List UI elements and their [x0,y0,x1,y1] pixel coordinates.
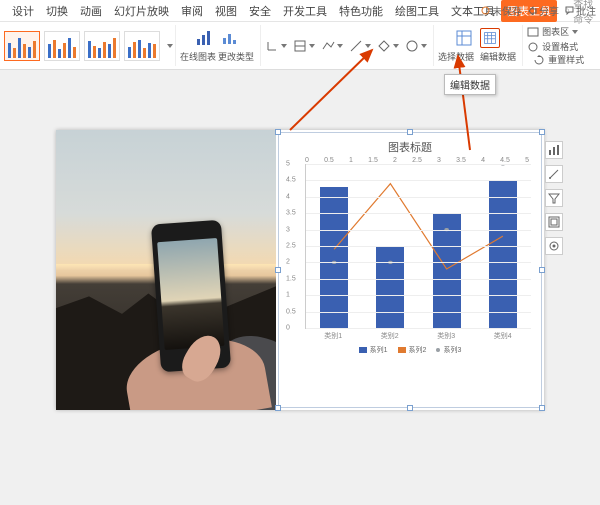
legend-dropdown[interactable] [405,39,427,53]
chart-area-dropdown[interactable]: 图表区 [527,25,578,38]
select-data-icon[interactable] [454,28,474,48]
resize-handle[interactable] [539,267,545,273]
tab-transition[interactable]: 切换 [40,0,74,22]
online-chart-label: 在线图表 [180,50,216,63]
edit-data-button[interactable] [480,28,500,48]
top-right-actions: 未保存 分享 批注 [481,3,596,18]
slide-image[interactable] [56,130,276,410]
chart-side-tools [545,141,563,255]
reset-style-button[interactable]: 重置样式 [533,53,584,66]
ribbon-group-chart-source: 在线图表 更改类型 [175,25,258,66]
resize-handle[interactable] [275,267,281,273]
trendline-dropdown[interactable] [349,39,371,53]
resize-handle[interactable] [407,129,413,135]
change-type-icon[interactable] [220,28,240,48]
ribbon-group-format: 图表区 设置格式 重置样式 [522,25,588,66]
gridline-dropdown[interactable] [377,39,399,53]
chart-legend[interactable]: 系列1 系列2 系列3 [283,345,537,355]
chart-style-gallery [4,31,173,61]
chart-area-label: 图表区 [542,25,569,38]
menu-tabs: 设计 切换 动画 幻灯片放映 审阅 视图 安全 开发工具 特色功能 绘图工具 文… [0,0,600,22]
chart-style-2[interactable] [44,31,80,61]
annotate-button[interactable]: 批注 [565,3,596,18]
reset-style-label: 重置样式 [548,53,584,66]
resize-handle[interactable] [407,405,413,411]
chart-styles-icon[interactable] [545,165,563,183]
axis-title-dropdown[interactable] [293,39,315,53]
resize-handle[interactable] [275,405,281,411]
axis-dropdown[interactable] [265,39,287,53]
x-axis-categories: 类别1 类别2 类别3 类别4 [305,331,531,341]
tab-drawing-tools[interactable]: 绘图工具 [389,0,445,22]
edit-data-label: 编辑数据 [480,50,516,63]
unsaved-label: 未保存 [492,3,522,18]
chart-style-3[interactable] [84,31,120,61]
legend-item: 系列2 [409,345,427,355]
ribbon-group-data: 选择数据 编辑数据 [433,25,520,66]
tab-slideshow[interactable]: 幻灯片放映 [108,0,175,22]
tab-review[interactable]: 审阅 [175,0,209,22]
share-button[interactable]: 分享 [528,3,559,18]
chart-style-4[interactable] [124,31,160,61]
edit-data-tooltip: 编辑数据 [444,74,496,95]
legend-item: 系列1 [370,345,388,355]
chart-style-1[interactable] [4,31,40,61]
chart-title[interactable]: 图表标题 [283,139,537,155]
slide[interactable]: 图表标题 00.5 11.5 22.5 33.5 44.5 5 00.511.5… [56,130,544,410]
format-label: 设置格式 [542,40,578,53]
format-button[interactable]: 设置格式 [527,40,578,53]
chart-filters-icon[interactable] [545,189,563,207]
change-type-label: 更改类型 [218,50,254,63]
resize-handle[interactable] [539,129,545,135]
legend-item: 系列3 [443,345,461,355]
tab-animation[interactable]: 动画 [74,0,108,22]
tab-design[interactable]: 设计 [6,0,40,22]
chart-object[interactable]: 图表标题 00.5 11.5 22.5 33.5 44.5 5 00.511.5… [278,132,542,408]
chart-settings-icon[interactable] [545,237,563,255]
ribbon: 在线图表 更改类型 选择数据 编辑数据 图表区 [0,22,600,70]
tab-view[interactable]: 视图 [209,0,243,22]
share-label: 分享 [539,3,559,18]
tab-features[interactable]: 特色功能 [333,0,389,22]
tab-devtools[interactable]: 开发工具 [277,0,333,22]
online-chart-icon[interactable] [194,28,214,48]
chart-plot-area[interactable]: 00.511.522.533.544.55 [305,164,531,329]
annotate-label: 批注 [576,3,596,18]
slide-canvas[interactable]: 图表标题 00.5 11.5 22.5 33.5 44.5 5 00.511.5… [0,70,600,505]
secondary-axis-ticks: 00.5 11.5 22.5 33.5 44.5 5 [283,157,537,164]
chart-elements-icon[interactable] [545,141,563,159]
resize-handle[interactable] [275,129,281,135]
ribbon-group-elements [260,25,431,66]
tab-security[interactable]: 安全 [243,0,277,22]
chart-browse-icon[interactable] [545,213,563,231]
data-label-dropdown[interactable] [321,39,343,53]
gallery-expand-icon[interactable] [167,44,173,48]
select-data-label: 选择数据 [438,50,474,63]
resize-handle[interactable] [539,405,545,411]
unsaved-indicator[interactable]: 未保存 [481,3,522,18]
